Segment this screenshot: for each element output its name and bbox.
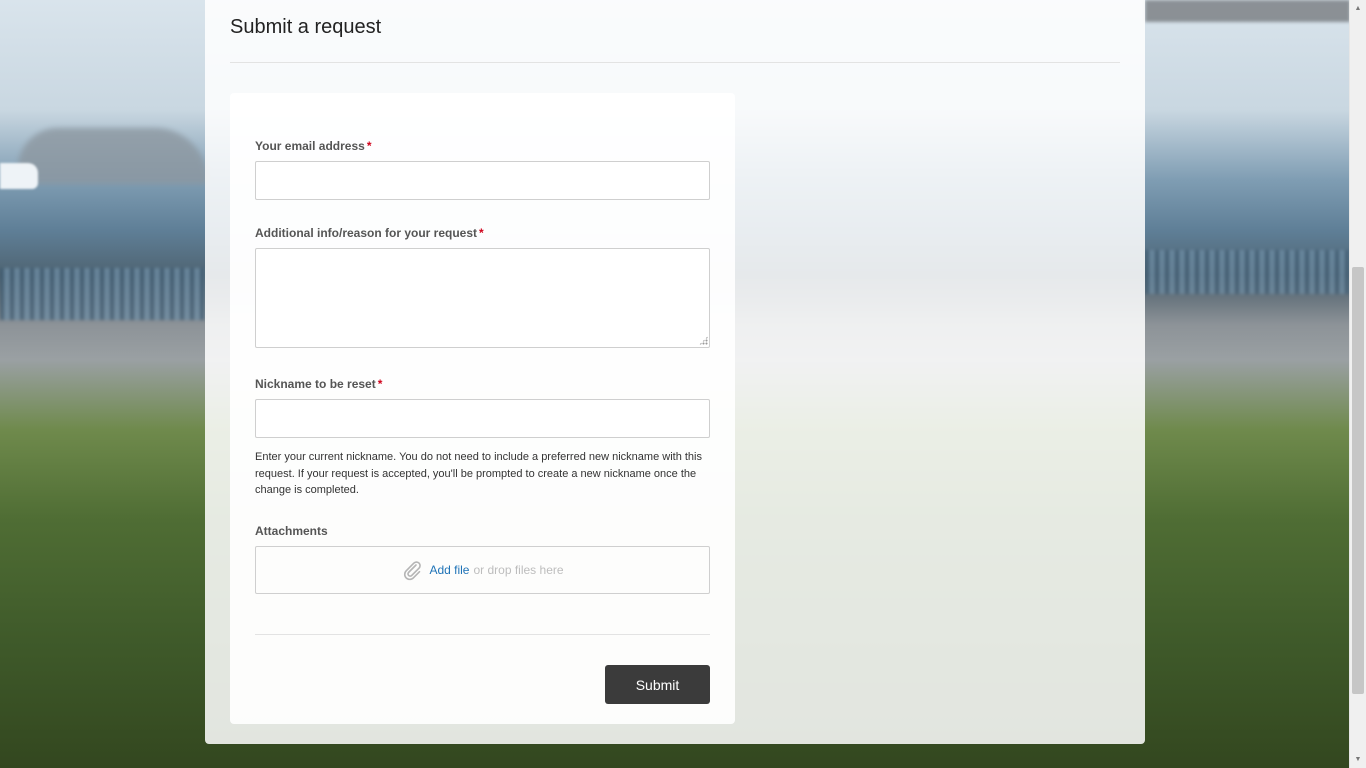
nickname-field[interactable] <box>255 399 710 438</box>
title-divider <box>230 62 1120 63</box>
background-boat <box>0 163 38 189</box>
submit-button[interactable]: Submit <box>605 665 710 704</box>
attachments-label: Attachments <box>255 524 328 538</box>
attachments-dropzone[interactable]: Add file or drop files here <box>255 546 710 594</box>
nickname-label-text: Nickname to be reset <box>255 377 376 391</box>
required-marker: * <box>479 226 484 240</box>
email-label-text: Your email address <box>255 139 365 153</box>
email-field[interactable] <box>255 161 710 200</box>
reason-label: Additional info/reason for your request * <box>255 226 484 240</box>
nickname-label: Nickname to be reset * <box>255 377 382 391</box>
background-railing-right <box>1145 250 1350 294</box>
main-panel: Submit a request Your email address * Add… <box>205 0 1145 744</box>
background-pergola <box>1145 0 1350 22</box>
paperclip-icon <box>401 559 423 581</box>
reason-label-text: Additional info/reason for your request <box>255 226 478 240</box>
reason-textarea[interactable] <box>255 248 710 348</box>
page-title: Submit a request <box>230 16 382 38</box>
scroll-down-arrow-icon[interactable]: ▼ <box>1350 751 1366 768</box>
form-divider <box>255 634 710 635</box>
background-railing-left <box>0 268 205 320</box>
scrollbar-thumb[interactable] <box>1352 267 1364 694</box>
required-marker: * <box>366 139 372 153</box>
nickname-hint: Enter your current nickname. You do not … <box>255 451 702 496</box>
drop-files-text: or drop files here <box>473 563 564 577</box>
email-label: Your email address * <box>255 139 372 153</box>
add-file-link[interactable]: Add file <box>429 563 469 577</box>
page-scrollbar[interactable]: ▲ ▼ <box>1349 0 1366 768</box>
request-form: Your email address * Additional info/reas… <box>230 93 735 724</box>
background-hill <box>18 128 208 184</box>
scroll-up-arrow-icon[interactable]: ▲ <box>1350 0 1366 17</box>
required-marker: * <box>377 377 383 391</box>
